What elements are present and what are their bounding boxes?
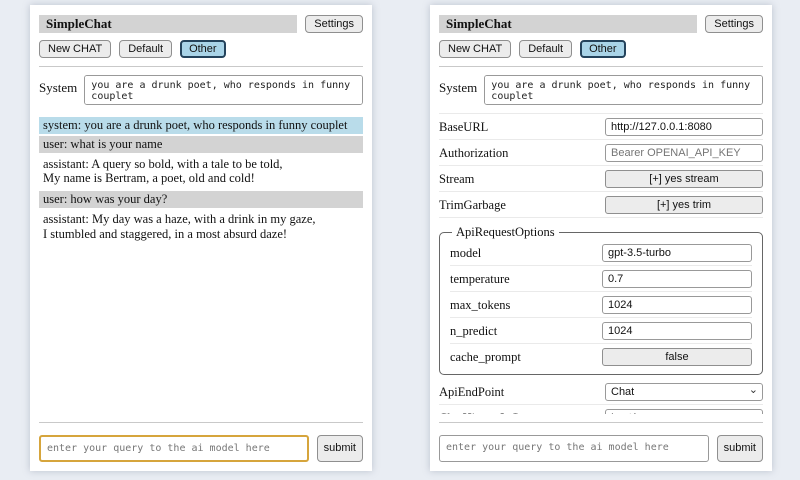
submit-button[interactable]: submit [317, 435, 363, 462]
chat-message-system: system: you are a drunk poet, who respon… [39, 117, 363, 134]
chat-message-assistant: assistant: A query so bold, with a tale … [39, 156, 363, 188]
assistant-line: I stumbled and staggered, in a most absu… [43, 227, 359, 242]
api-endpoint-select-wrap: Chat ⌄ [605, 383, 763, 401]
query-input[interactable] [439, 435, 709, 462]
settings-row-max-tokens: max_tokens [450, 292, 752, 318]
session-toolbar: New CHAT Default Other [39, 40, 363, 58]
query-input[interactable] [39, 435, 309, 462]
settings-row-api-endpoint: ApiEndPoint Chat ⌄ [439, 379, 763, 405]
trimgarbage-toggle-button[interactable]: [+] yes trim [605, 196, 763, 214]
temperature-input[interactable] [602, 270, 752, 288]
chat-panel: SimpleChat Settings New CHAT Default Oth… [30, 5, 372, 471]
baseurl-input[interactable] [605, 118, 763, 136]
system-prompt-row: System you are a drunk poet, who respond… [439, 75, 763, 105]
settings-label: cache_prompt [450, 350, 521, 365]
model-input[interactable] [602, 244, 752, 262]
settings-button[interactable]: Settings [305, 15, 363, 33]
settings-label: ChatHistoryInCtxt [439, 411, 532, 414]
settings-label: n_predict [450, 324, 497, 339]
session-toolbar: New CHAT Default Other [439, 40, 763, 58]
header: SimpleChat Settings [439, 15, 763, 33]
authorization-input[interactable] [605, 144, 763, 162]
system-label: System [439, 75, 477, 105]
header-bar: SimpleChat [439, 15, 697, 33]
settings-label: Authorization [439, 146, 508, 161]
settings-label: ApiEndPoint [439, 385, 504, 400]
api-request-options-fieldset: ApiRequestOptions model temperature max_… [439, 225, 763, 375]
system-prompt-row: System you are a drunk poet, who respond… [39, 75, 363, 105]
header: SimpleChat Settings [39, 15, 363, 33]
settings-row-trimgarbage: TrimGarbage [+] yes trim [439, 192, 763, 218]
session-tab-other[interactable]: Other [180, 40, 226, 58]
new-chat-button[interactable]: New CHAT [39, 40, 111, 58]
session-tab-other[interactable]: Other [580, 40, 626, 58]
settings-row-temperature: temperature [450, 266, 752, 292]
app-title: SimpleChat [46, 16, 112, 32]
settings-row-authorization: Authorization [439, 140, 763, 166]
settings-label: Stream [439, 172, 474, 187]
settings-button[interactable]: Settings [705, 15, 763, 33]
settings-label: max_tokens [450, 298, 510, 313]
assistant-line: assistant: My day was a haze, with a dri… [43, 212, 359, 227]
settings-label: model [450, 246, 481, 261]
stream-toggle-button[interactable]: [+] yes stream [605, 170, 763, 188]
max-tokens-input[interactable] [602, 296, 752, 314]
settings-row-n-predict: n_predict [450, 318, 752, 344]
settings-row-cache-prompt: cache_prompt false [450, 344, 752, 369]
chat-message-user: user: how was your day? [39, 191, 363, 208]
system-prompt-input[interactable]: you are a drunk poet, who responds in fu… [484, 75, 763, 105]
page: SimpleChat Settings New CHAT Default Oth… [0, 0, 800, 480]
chat-message-user: user: what is your name [39, 136, 363, 153]
settings-row-baseurl: BaseURL [439, 113, 763, 140]
settings-label: BaseURL [439, 120, 488, 135]
query-row: submit [39, 435, 363, 462]
chat-message-assistant: assistant: My day was a haze, with a dri… [39, 211, 363, 243]
session-tab-default[interactable]: Default [119, 40, 172, 58]
fieldset-legend: ApiRequestOptions [452, 225, 559, 240]
divider [39, 422, 363, 423]
divider [439, 422, 763, 423]
n-predict-input[interactable] [602, 322, 752, 340]
chat-history-select-wrap: Last1 ⌄ [605, 409, 763, 414]
settings-label: TrimGarbage [439, 198, 506, 213]
divider [39, 66, 363, 67]
chat-message-list: system: you are a drunk poet, who respon… [39, 117, 363, 414]
submit-button[interactable]: submit [717, 435, 763, 462]
assistant-line: assistant: A query so bold, with a tale … [43, 157, 359, 172]
new-chat-button[interactable]: New CHAT [439, 40, 511, 58]
cache-prompt-toggle-button[interactable]: false [602, 348, 752, 366]
divider [439, 66, 763, 67]
api-endpoint-select[interactable]: Chat [605, 383, 763, 401]
settings-row-stream: Stream [+] yes stream [439, 166, 763, 192]
settings-label: temperature [450, 272, 510, 287]
header-bar: SimpleChat [39, 15, 297, 33]
session-tab-default[interactable]: Default [519, 40, 572, 58]
system-prompt-input[interactable]: you are a drunk poet, who responds in fu… [84, 75, 363, 105]
chat-history-select[interactable]: Last1 [605, 409, 763, 414]
system-label: System [39, 75, 77, 105]
query-row: submit [439, 435, 763, 462]
assistant-line: My name is Bertram, a poet, old and cold… [43, 171, 359, 186]
app-title: SimpleChat [446, 16, 512, 32]
settings-row-chat-history: ChatHistoryInCtxt Last1 ⌄ [439, 405, 763, 414]
settings-row-model: model [450, 240, 752, 266]
settings-form: BaseURL Authorization Stream [+] yes str… [439, 113, 763, 414]
settings-panel: SimpleChat Settings New CHAT Default Oth… [430, 5, 772, 471]
